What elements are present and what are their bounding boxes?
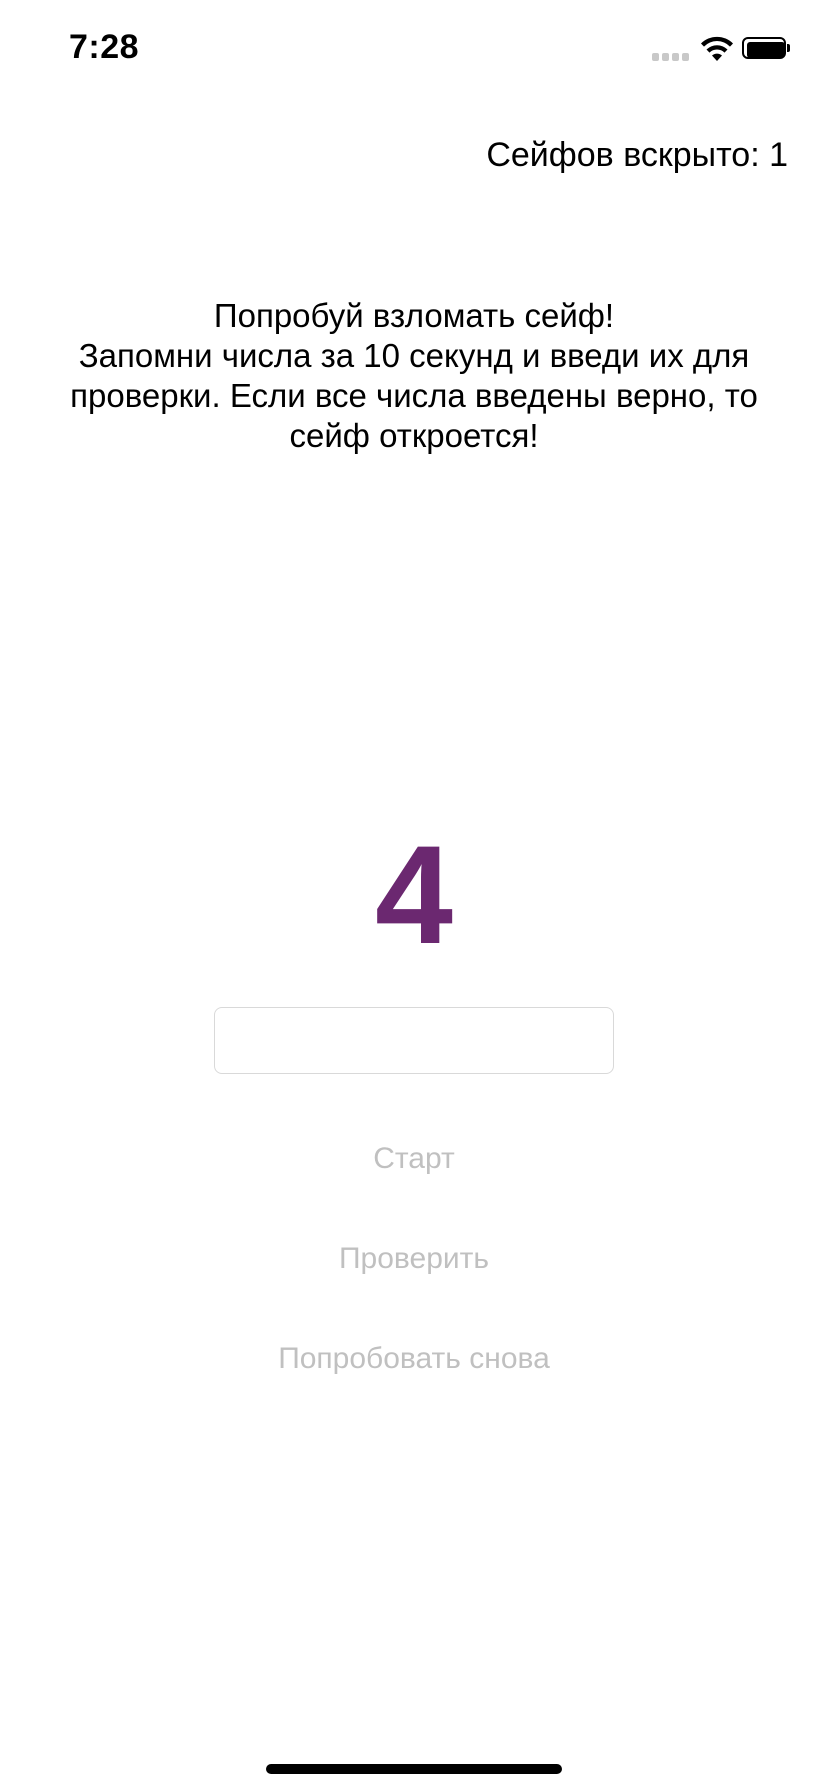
safes-opened-counter: Сейфов вскрыто: 1 bbox=[486, 136, 788, 174]
instructions-line: сейф откроется! bbox=[289, 417, 539, 454]
wifi-icon bbox=[701, 36, 733, 61]
try-again-button[interactable]: Попробовать снова bbox=[0, 1339, 828, 1379]
battery-icon bbox=[742, 37, 792, 63]
instructions-line: Запомни числа за 10 секунд и введи их дл… bbox=[78, 337, 750, 374]
instructions-line: проверки. Если все числа введены верно, … bbox=[70, 377, 758, 414]
instructions-line: Попробуй взломать сейф! bbox=[213, 297, 615, 334]
signal-icon bbox=[652, 53, 690, 62]
check-button[interactable]: Проверить bbox=[0, 1239, 828, 1279]
status-time: 7:28 bbox=[69, 28, 140, 66]
home-indicator bbox=[266, 1764, 562, 1774]
instructions-text: Попробуй взломать сейф! Запомни числа за… bbox=[40, 296, 788, 456]
status-bar: 7:28 bbox=[0, 0, 828, 100]
answer-input[interactable] bbox=[214, 1007, 614, 1074]
start-button[interactable]: Старт bbox=[0, 1139, 828, 1179]
memorize-number: 4 bbox=[375, 816, 453, 973]
